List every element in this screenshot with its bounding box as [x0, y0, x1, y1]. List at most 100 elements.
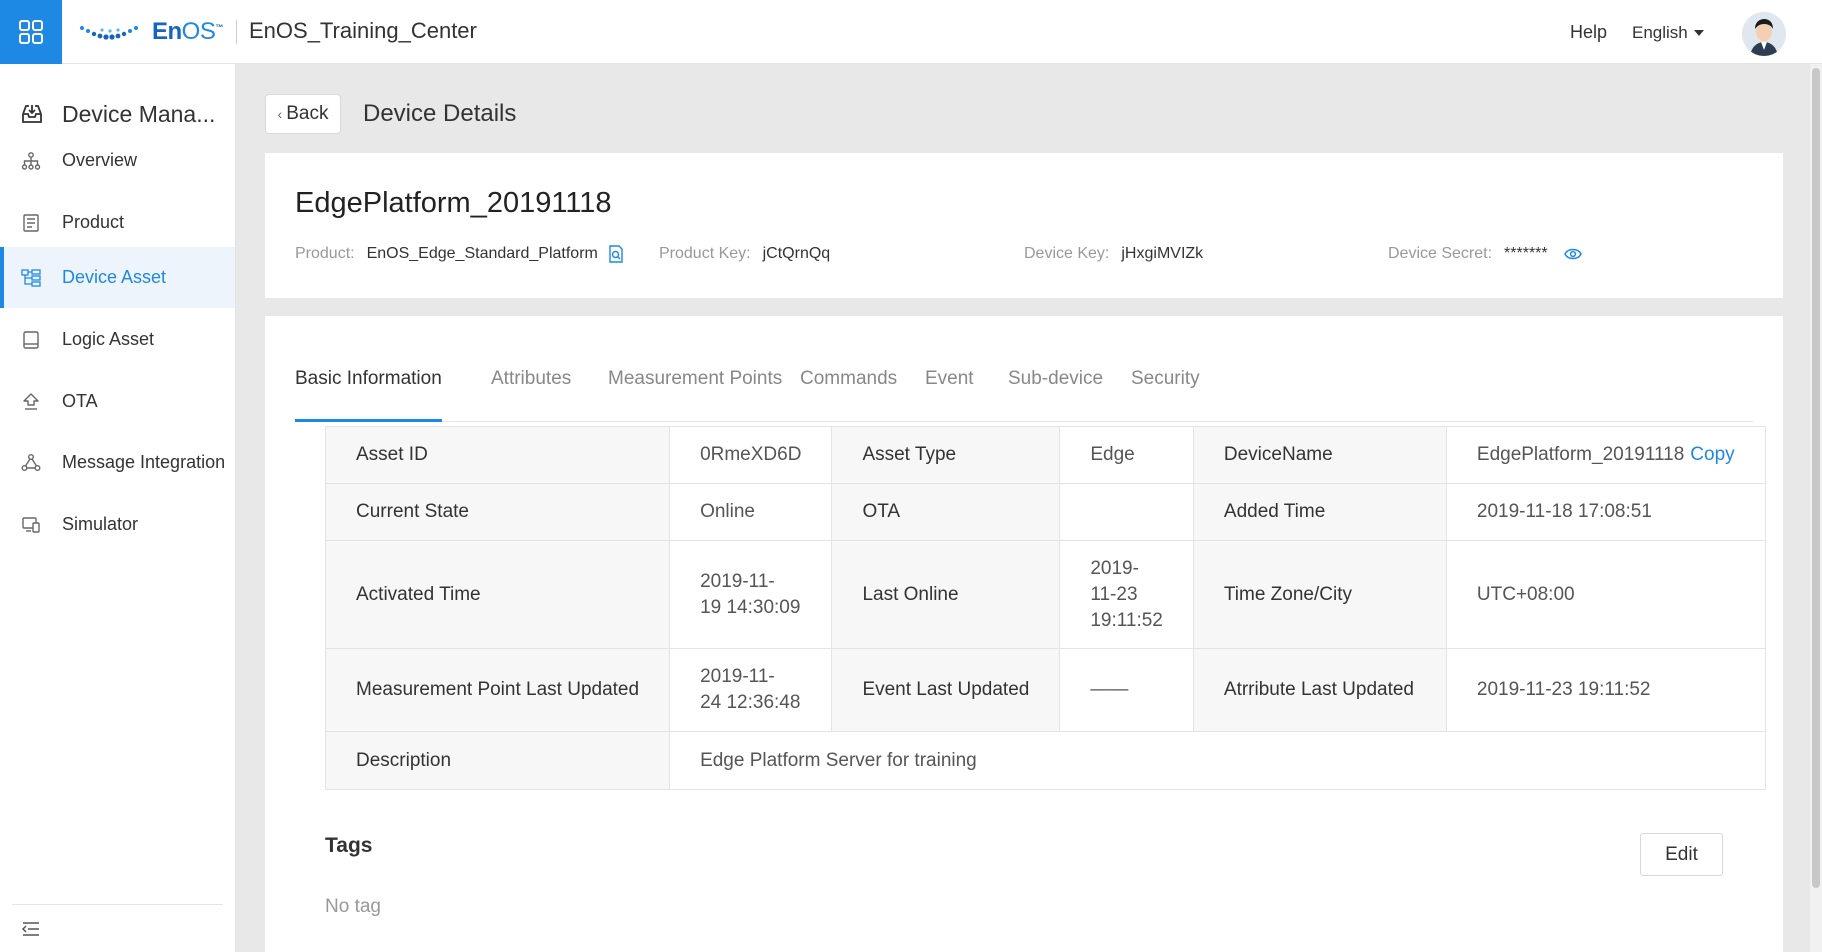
asset-type-label: Asset Type [831, 426, 1061, 484]
table-row: Current State Online OTA Added Time 2019… [324, 483, 1766, 541]
sidebar-item-logic-asset[interactable]: Logic Asset [0, 309, 235, 370]
device-key-meta: Device Key: jHxgiMVIZk [1024, 245, 1203, 263]
show-secret-button[interactable] [1563, 247, 1582, 261]
product-label: Product: [295, 245, 355, 262]
tab-basic-information[interactable]: Basic Information [295, 366, 442, 422]
sidebar-item-message-integration[interactable]: Message Integration [0, 432, 235, 493]
device-tree-icon [20, 267, 42, 289]
sidebar-item-label: Device Asset [62, 267, 167, 287]
page-scrollbar[interactable] [1810, 64, 1822, 952]
view-product-button[interactable] [608, 245, 624, 263]
measurement-point-updated-label: Measurement Point Last Updated [324, 648, 671, 732]
header-divider [236, 20, 237, 44]
document-search-icon [609, 245, 623, 263]
activated-time-label: Activated Time [324, 540, 671, 649]
asset-id-label: Asset ID [324, 426, 671, 484]
app-title: EnOS_Training_Center [249, 18, 477, 43]
time-zone-label: Time Zone/City [1192, 540, 1447, 649]
sidebar: Device Mana... Overview Product Device A… [0, 64, 236, 952]
no-tag-text: No tag [325, 896, 381, 917]
page-title: Device Details [363, 100, 517, 127]
device-key-value: jHxgiMVIZk [1121, 245, 1204, 262]
last-online-line-2: 11-23 [1090, 583, 1138, 605]
document-icon [20, 212, 42, 234]
asset-id-value: 0RmeXD6D [669, 426, 833, 484]
last-online-line-3: 19:11:52 [1090, 609, 1163, 631]
enos-logo[interactable]: EnOS™ [78, 18, 223, 46]
tab-commands[interactable]: Commands [800, 366, 897, 422]
device-secret-value: ******* [1504, 245, 1548, 262]
measurement-point-updated-value: 2019-11- 24 12:36:48 [669, 648, 833, 732]
device-summary-card: EdgePlatform_20191118 Product: EnOS_Edge… [265, 153, 1783, 298]
module-title: Device Mana... [20, 99, 215, 129]
device-name-value: EdgePlatform_20191118 [1476, 444, 1685, 465]
product-meta: Product: EnOS_Edge_Standard_Platform [295, 245, 624, 263]
activated-time-line-1: 2019-11- [700, 570, 775, 592]
sidebar-item-product[interactable]: Product [0, 192, 235, 253]
grid-icon [19, 20, 43, 44]
module-title-label: Device Mana... [62, 100, 216, 127]
time-zone-value: UTC+08:00 [1445, 540, 1766, 649]
sidebar-item-label: OTA [62, 391, 98, 411]
sidebar-item-overview[interactable]: Overview [0, 130, 235, 191]
tab-measurement-points[interactable]: Measurement Points [608, 366, 782, 422]
edit-tags-button[interactable]: Edit [1640, 833, 1723, 876]
scrollbar-thumb[interactable] [1812, 68, 1820, 888]
logo-text: EnOS™ [152, 18, 223, 45]
activated-time-value: 2019-11- 19 14:30:09 [669, 540, 833, 649]
sidebar-item-simulator[interactable]: Simulator [0, 494, 235, 555]
sidebar-item-label: Overview [62, 150, 138, 170]
help-link[interactable]: Help [1570, 22, 1607, 43]
eye-icon [1563, 248, 1582, 260]
asset-type-value: Edge [1059, 426, 1194, 484]
caret-down-icon [1693, 30, 1704, 36]
collapse-sidebar-button[interactable] [20, 918, 42, 940]
ota-value [1059, 483, 1194, 541]
back-button-label: Back [286, 103, 329, 124]
current-state-value: Online [669, 483, 833, 541]
app-grid-button[interactable] [0, 0, 62, 64]
attribute-updated-label: Atrribute Last Updated [1192, 648, 1447, 732]
back-button[interactable]: ‹ Back [265, 94, 341, 134]
table-row: Description Edge Platform Server for tra… [324, 731, 1766, 790]
enos-dots-icon [80, 26, 138, 40]
sidebar-item-label: Product [62, 212, 125, 232]
last-online-line-1: 2019- [1090, 557, 1139, 579]
device-detail-card: Basic Information Attributes Measurement… [265, 316, 1783, 952]
table-row: Activated Time 2019-11- 19 14:30:09 Last … [324, 540, 1766, 649]
device-key-label: Device Key: [1024, 245, 1110, 262]
product-key-label: Product Key: [659, 245, 751, 262]
sidebar-item-ota[interactable]: OTA [0, 371, 235, 432]
event-updated-value: —— [1059, 648, 1194, 732]
inbox-download-icon [22, 105, 42, 123]
attribute-updated-value: 2019-11-23 19:11:52 [1445, 648, 1766, 732]
sidebar-item-label: Message Integration [62, 452, 226, 472]
tags-heading: Tags [325, 834, 373, 857]
product-value: EnOS_Edge_Standard_Platform [366, 245, 598, 262]
user-avatar[interactable] [1742, 12, 1786, 56]
chevron-left-icon: ‹ [277, 106, 283, 122]
device-secret-label: Device Secret: [1388, 245, 1493, 262]
sidebar-divider [12, 904, 223, 905]
top-header: EnOS™ EnOS_Training_Center Help English [0, 0, 1822, 64]
monitor-icon [20, 514, 42, 536]
last-online-label: Last Online [831, 540, 1061, 649]
hierarchy-icon [20, 150, 42, 172]
product-key-meta: Product Key: jCtQrnQq [659, 245, 830, 263]
tablet-icon [20, 329, 42, 351]
upload-icon [20, 391, 42, 413]
tab-attributes[interactable]: Attributes [491, 366, 571, 422]
device-secret-meta: Device Secret: ******* [1388, 245, 1582, 263]
copy-device-name-link[interactable]: Copy [1690, 444, 1734, 465]
table-row: Measurement Point Last Updated 2019-11- 2… [324, 648, 1766, 732]
description-value: Edge Platform Server for training [669, 731, 1766, 790]
current-state-label: Current State [324, 483, 671, 541]
tab-security[interactable]: Security [1131, 366, 1200, 422]
sidebar-item-device-asset[interactable]: Device Asset [0, 247, 235, 308]
device-name-cell: EdgePlatform_20191118 Copy [1445, 426, 1766, 484]
language-select[interactable]: English [1632, 23, 1704, 43]
sidebar-item-label: Logic Asset [62, 329, 155, 349]
tab-event[interactable]: Event [925, 366, 974, 422]
basic-info-table: Asset ID 0RmeXD6D Asset Type Edge Device… [324, 426, 1766, 790]
tab-sub-device[interactable]: Sub-device [1008, 366, 1103, 422]
